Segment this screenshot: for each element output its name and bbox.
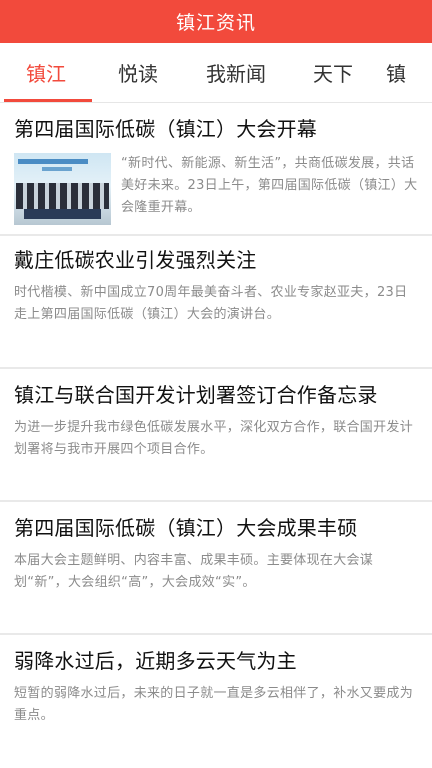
thumbnail-banner-text bbox=[42, 167, 72, 171]
news-title: 第四届国际低碳（镇江）大会开幕 bbox=[14, 117, 317, 141]
tab-wo-xinwen[interactable]: 我新闻 bbox=[184, 43, 288, 102]
news-summary: 本届大会主题鲜明、内容丰富、成果丰硕。主要体现在大会谋划“新”，大会组织“高”，… bbox=[14, 553, 374, 590]
news-summary: 为进一步提升我市绿色低碳发展水平，深化双方合作，联合国开发计划署将与我市开展四个… bbox=[14, 420, 414, 457]
category-tabs: 镇江 悦读 我新闻 天下 镇 bbox=[0, 43, 432, 103]
news-item[interactable]: 第四届国际低碳（镇江）大会开幕 “新时代、新能源、新生活”，共商低碳发展，共话美… bbox=[0, 103, 432, 236]
news-item[interactable]: 第四届国际低碳（镇江）大会成果丰硕 本届大会主题鲜明、内容丰富、成果丰硕。主要体… bbox=[0, 502, 432, 635]
tab-zhenjiang[interactable]: 镇江 bbox=[0, 43, 92, 102]
news-title: 弱降水过后，近期多云天气为主 bbox=[14, 649, 297, 673]
app-title-bar: 镇江资讯 bbox=[0, 0, 432, 43]
news-summary: 时代楷模、新中国成立70周年最美奋斗者、农业专家赵亚夫，23日走上第四届国际低碳… bbox=[14, 285, 408, 322]
news-item[interactable]: 镇江与联合国开发计划署签订合作备忘录 为进一步提升我市绿色低碳发展水平，深化双方… bbox=[0, 369, 432, 502]
news-body: “新时代、新能源、新生活”，共商低碳发展，共话美好未来。23日上午，第四届国际低… bbox=[14, 153, 418, 225]
thumbnail-banner bbox=[18, 159, 88, 164]
news-thumbnail bbox=[14, 153, 111, 225]
thumbnail-people bbox=[16, 183, 109, 209]
app-title: 镇江资讯 bbox=[175, 12, 256, 34]
news-list: 第四届国际低碳（镇江）大会开幕 “新时代、新能源、新生活”，共商低碳发展，共话美… bbox=[0, 103, 432, 768]
news-item[interactable]: 弱降水过后，近期多云天气为主 短暂的弱降水过后，未来的日子就一直是多云相伴了，补… bbox=[0, 635, 432, 768]
news-title: 戴庄低碳农业引发强烈关注 bbox=[14, 248, 257, 272]
tab-tianxia[interactable]: 天下 bbox=[288, 43, 378, 102]
tab-yuedu[interactable]: 悦读 bbox=[92, 43, 184, 102]
news-item[interactable]: 戴庄低碳农业引发强烈关注 时代楷模、新中国成立70周年最美奋斗者、农业专家赵亚夫… bbox=[0, 236, 432, 369]
news-title: 镇江与联合国开发计划署签订合作备忘录 bbox=[14, 383, 378, 407]
news-summary: 短暂的弱降水过后，未来的日子就一直是多云相伴了，补水又要成为重点。 bbox=[14, 686, 414, 723]
news-summary: “新时代、新能源、新生活”，共商低碳发展，共话美好未来。23日上午，第四届国际低… bbox=[121, 156, 418, 215]
news-title: 第四届国际低碳（镇江）大会成果丰硕 bbox=[14, 516, 358, 540]
tab-partial[interactable]: 镇 bbox=[378, 43, 432, 102]
thumbnail-table bbox=[24, 209, 101, 219]
